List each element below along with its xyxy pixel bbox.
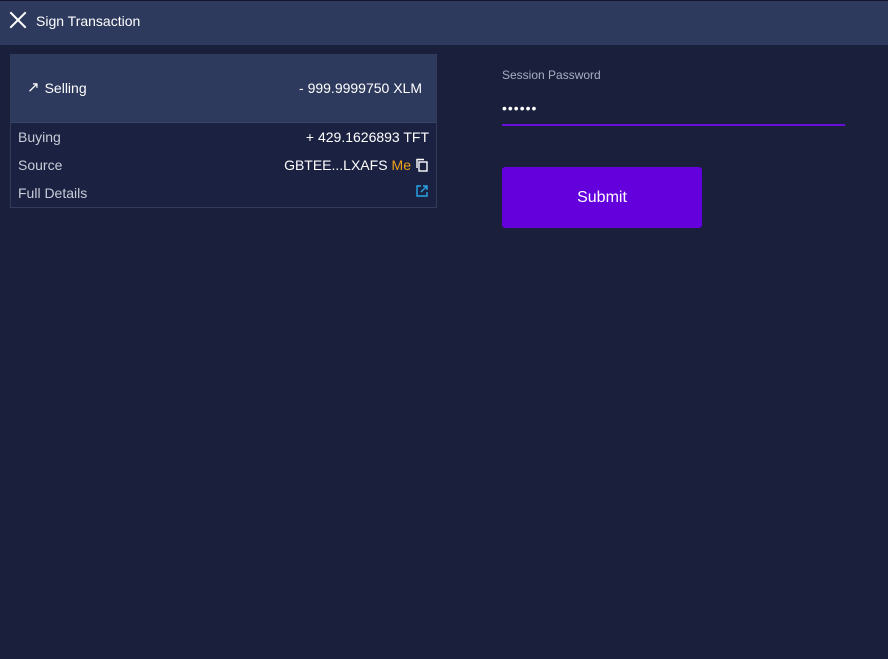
selling-label: Selling bbox=[44, 80, 87, 96]
title-bar: Sign Transaction bbox=[0, 0, 888, 45]
buying-amount: + 429.1626893 TFT bbox=[305, 129, 429, 145]
selling-row: ↗ Selling - 999.9999750 XLM bbox=[11, 55, 436, 123]
source-address: GBTEE...LXAFS bbox=[284, 157, 388, 173]
session-password-input[interactable] bbox=[502, 92, 845, 126]
close-icon bbox=[9, 11, 27, 29]
page-title: Sign Transaction bbox=[36, 13, 141, 29]
copy-address-button[interactable] bbox=[415, 158, 429, 172]
session-password-label: Session Password bbox=[502, 68, 601, 82]
selling-label-group: ↗ Selling bbox=[27, 79, 87, 97]
full-details-row: Full Details bbox=[11, 179, 436, 207]
full-details-link[interactable] bbox=[415, 184, 429, 198]
copy-icon bbox=[416, 158, 428, 172]
source-row: Source GBTEE...LXAFS Me bbox=[11, 151, 436, 179]
full-details-value bbox=[415, 184, 429, 198]
source-label: Source bbox=[18, 157, 63, 173]
me-tag: Me bbox=[391, 157, 411, 173]
buying-row: Buying + 429.1626893 TFT bbox=[11, 123, 436, 151]
source-value: GBTEE...LXAFS Me bbox=[284, 156, 429, 174]
submit-button[interactable]: Submit bbox=[502, 167, 702, 228]
transaction-summary-card: ↗ Selling - 999.9999750 XLM Buying + 429… bbox=[10, 54, 437, 208]
full-details-label: Full Details bbox=[18, 185, 88, 201]
external-link-icon bbox=[416, 185, 428, 197]
close-button[interactable] bbox=[8, 10, 28, 30]
buying-label: Buying bbox=[18, 129, 61, 145]
selling-amount: - 999.9999750 XLM bbox=[299, 80, 422, 96]
arrow-up-right-icon: ↗ bbox=[27, 79, 40, 96]
